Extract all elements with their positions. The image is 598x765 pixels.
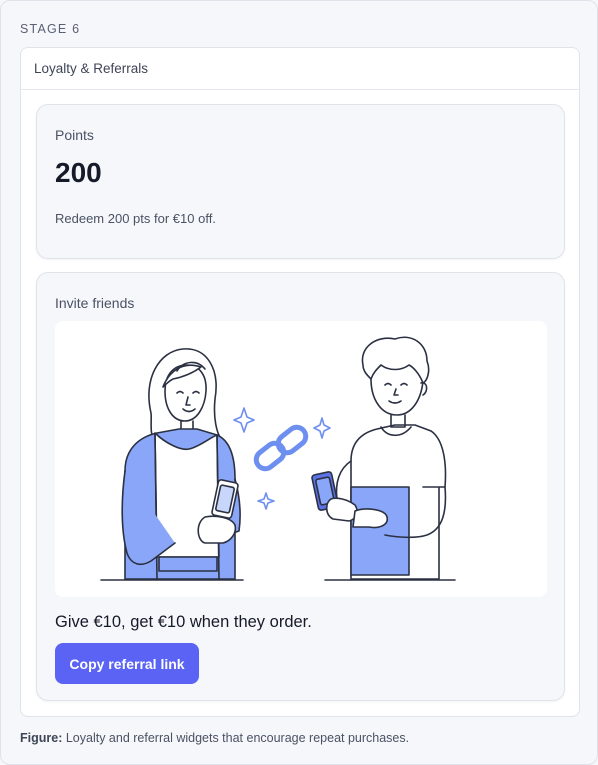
panel-title: Loyalty & Referrals	[34, 61, 149, 76]
man-with-phone-icon	[311, 336, 447, 580]
figure-caption: Figure: Loyalty and referral widgets tha…	[20, 731, 409, 745]
points-redeem-note: Redeem 200 pts for €10 off.	[55, 211, 216, 226]
loyalty-panel: Loyalty & Referrals Points 200 Redeem 20…	[20, 47, 580, 717]
invite-label: Invite friends	[55, 295, 135, 311]
stage-label: STAGE 6	[20, 22, 81, 36]
figure-frame: STAGE 6 Loyalty & Referrals Points 200 R…	[0, 0, 598, 765]
caption-text: Loyalty and referral widgets that encour…	[65, 731, 410, 745]
points-label: Points	[55, 127, 94, 143]
invite-offer-text: Give €10, get €10 when they order.	[55, 613, 312, 631]
invite-card: Invite friends Give €10, get €10 when th…	[36, 272, 565, 701]
referral-illustration-svg	[100, 336, 456, 581]
panel-header: Loyalty & Referrals	[21, 48, 579, 90]
points-card: Points 200 Redeem 200 pts for €10 off.	[36, 104, 565, 259]
caption-prefix: Figure:	[20, 731, 63, 745]
points-value: 200	[55, 157, 102, 188]
referral-illustration	[55, 321, 547, 597]
chain-link-icon	[253, 424, 309, 472]
woman-with-phone-icon	[121, 348, 241, 580]
copy-referral-link-button[interactable]: Copy referral link	[55, 643, 199, 684]
